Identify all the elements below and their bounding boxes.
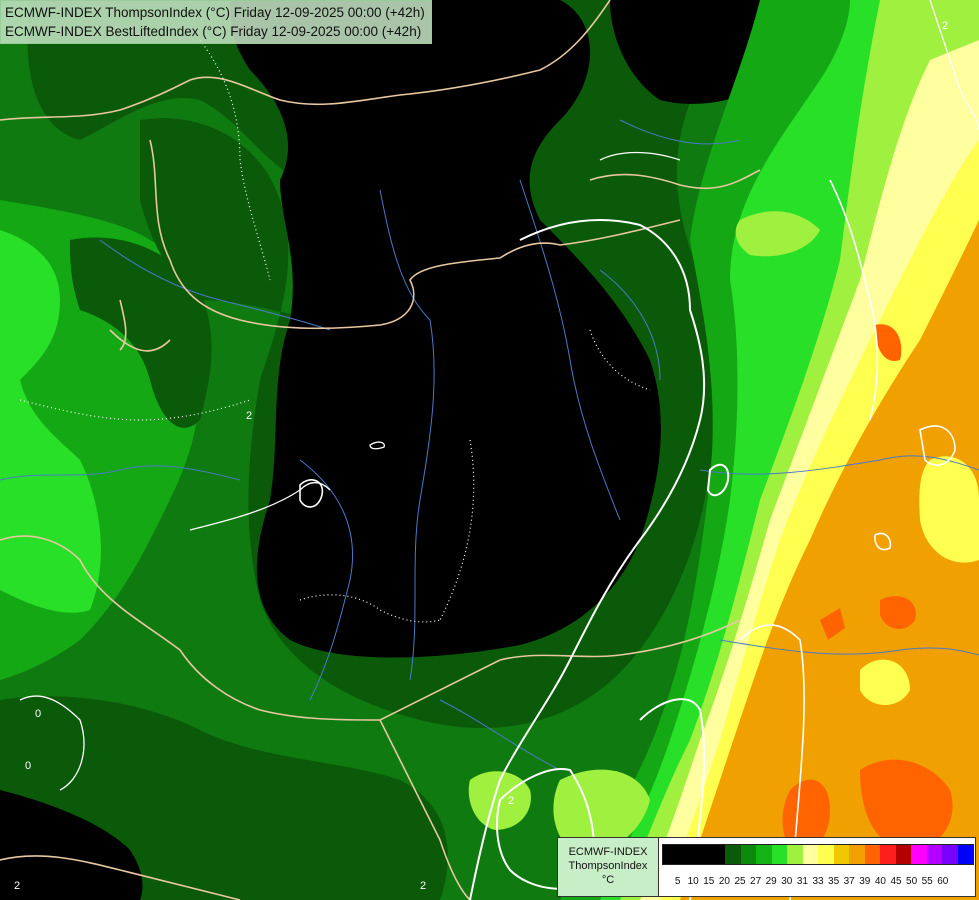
contour-label: 2	[14, 880, 21, 892]
contour-label: 2	[420, 880, 427, 892]
legend-tick-labels: 5 10 15 20 25 27 29 30 31 33 35 37 39 40 45 50 55 60	[662, 876, 974, 890]
legend-swatch	[957, 845, 973, 864]
title-best-lifted-index: ECMWF-INDEX BestLiftedIndex (°C) Friday …	[5, 24, 422, 39]
legend-swatch	[756, 845, 772, 864]
legend-swatch	[709, 845, 725, 864]
contour-label: 2	[246, 410, 253, 422]
legend-tick: 30	[781, 876, 793, 887]
legend-tick: 27	[750, 876, 762, 887]
legend-parameter: ThompsonIndex	[568, 860, 648, 872]
color-legend: ECMWF-INDEX ThompsonIndex °C 5 10 15 20 25 27…	[557, 837, 976, 897]
legend-swatch	[678, 845, 694, 864]
legend-tick: 50	[906, 876, 918, 887]
legend-unit: °C	[601, 874, 615, 886]
legend-swatch	[725, 845, 741, 864]
legend-color-scale	[662, 844, 974, 865]
legend-swatch	[895, 845, 911, 864]
contour-label: 2	[942, 20, 949, 32]
legend-tick: 31	[796, 876, 808, 887]
legend-tick: 10	[687, 876, 699, 887]
legend-tick: 37	[843, 876, 855, 887]
title-thompson-index: ECMWF-INDEX ThompsonIndex (°C) Friday 12…	[5, 5, 425, 20]
legend-tick: 25	[734, 876, 746, 887]
legend-swatch	[787, 845, 803, 864]
legend-swatch	[880, 845, 896, 864]
legend-swatch	[818, 845, 834, 864]
map-title-box: ECMWF-INDEX ThompsonIndex (°C) Friday 12…	[0, 0, 432, 44]
legend-tick: 5	[674, 876, 681, 887]
contour-label: 0	[25, 760, 32, 772]
legend-swatch	[864, 845, 880, 864]
legend-tick: 35	[828, 876, 840, 887]
legend-swatch	[663, 845, 679, 864]
legend-tick: 60	[937, 876, 949, 887]
legend-swatch	[926, 845, 942, 864]
legend-tick: 15	[703, 876, 715, 887]
legend-tick: 33	[812, 876, 824, 887]
legend-swatch	[911, 845, 927, 864]
legend-tick: 40	[874, 876, 886, 887]
legend-model: ECMWF-INDEX	[568, 846, 648, 858]
legend-swatch	[771, 845, 787, 864]
legend-tick: 45	[890, 876, 902, 887]
contour-label: 0	[35, 708, 42, 720]
legend-tick: 29	[765, 876, 777, 887]
legend-label: ECMWF-INDEX ThompsonIndex °C	[558, 838, 659, 896]
legend-swatch	[849, 845, 865, 864]
legend-swatch	[740, 845, 756, 864]
legend-swatch	[694, 845, 710, 864]
legend-tick: 39	[859, 876, 871, 887]
legend-swatch	[833, 845, 849, 864]
legend-swatch	[802, 845, 818, 864]
legend-swatch	[942, 845, 958, 864]
legend-tick: 55	[921, 876, 933, 887]
forecast-map	[0, 0, 979, 900]
contour-label: 2	[508, 795, 515, 807]
legend-tick: 20	[718, 876, 730, 887]
